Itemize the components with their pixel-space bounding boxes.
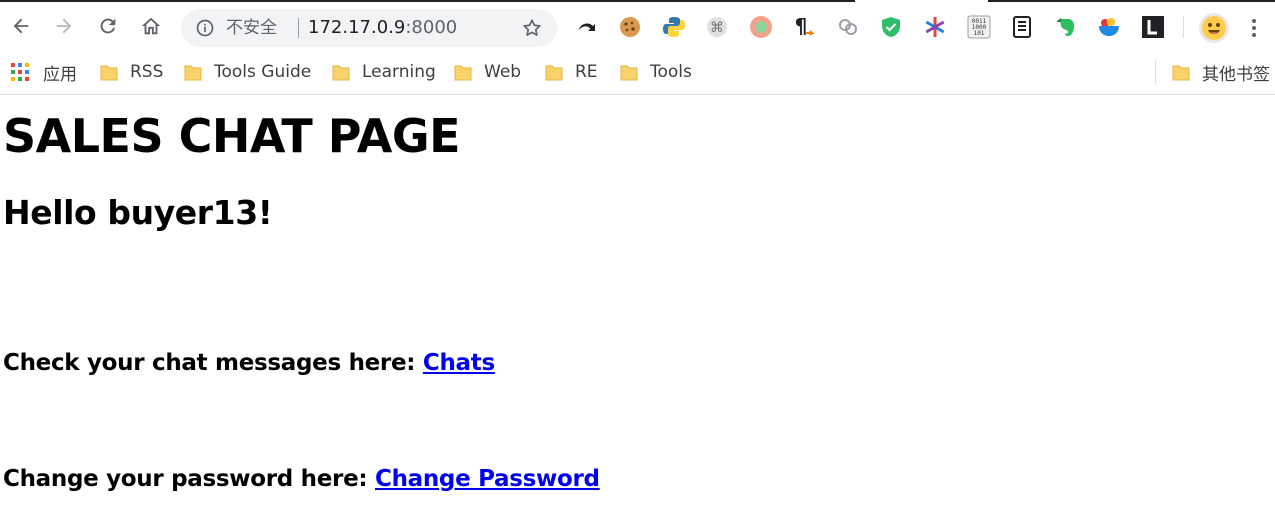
forward-button[interactable]	[51, 13, 77, 39]
bowl-extension-icon[interactable]	[1097, 15, 1121, 39]
bookmark-other-label: 其他书签	[1202, 64, 1270, 85]
url-text[interactable]: 172.17.0.9:8000	[308, 17, 457, 39]
asterisk-color-extension-icon[interactable]	[923, 15, 947, 39]
change-password-link[interactable]: Change Password	[375, 466, 600, 492]
bookmark-folder-web[interactable]: Web	[454, 60, 521, 84]
folder-icon	[454, 65, 472, 80]
home-button[interactable]	[138, 13, 164, 39]
bookmark-folder-re[interactable]: RE	[545, 60, 598, 84]
info-icon[interactable]	[195, 18, 215, 38]
record-extension-icon[interactable]	[749, 15, 773, 39]
address-bar[interactable]: 不安全 172.17.0.9:8000	[181, 9, 557, 47]
bookmark-folder-tools-guide[interactable]: Tools Guide	[184, 60, 311, 84]
chat-messages-line: Check your chat messages here: Chats	[3, 350, 495, 376]
greeting-heading: Hello buyer13!	[3, 193, 273, 232]
bookmark-label: RSS	[130, 62, 164, 82]
binary-extension-icon[interactable]: 0011 1000 101	[967, 15, 991, 39]
cookie-extension-icon[interactable]	[618, 15, 642, 39]
bookmarks-bar: 应用 RSS Tools Guide Learning Web RE Tools…	[0, 52, 1275, 95]
bookmark-label: Tools Guide	[214, 62, 312, 82]
security-label: 不安全	[226, 18, 277, 38]
profile-avatar[interactable]	[1199, 13, 1229, 43]
folder-icon	[545, 65, 563, 80]
apps-grid-icon	[11, 63, 29, 81]
letter-l-extension-icon[interactable]	[1141, 15, 1165, 39]
svg-text:⌘: ⌘	[710, 20, 724, 36]
bookmark-apps-label: 应用	[43, 64, 77, 85]
bookmark-label: RE	[575, 62, 598, 82]
reload-button[interactable]	[95, 13, 121, 39]
bookmark-apps[interactable]: 应用	[11, 60, 77, 85]
back-button[interactable]	[8, 13, 34, 39]
python-extension-icon[interactable]	[662, 15, 686, 39]
smiley-face-icon	[1202, 16, 1226, 40]
shield-check-extension-icon[interactable]	[879, 15, 903, 39]
bookmark-folder-learning[interactable]: Learning	[332, 60, 436, 84]
evernote-extension-icon[interactable]	[1054, 15, 1078, 39]
svg-text:101: 101	[974, 30, 985, 37]
folder-icon	[1172, 65, 1190, 80]
bookmark-other-bookmarks[interactable]: 其他书签	[1172, 60, 1270, 85]
svg-text:¶: ¶	[795, 15, 808, 38]
toolbar-tab-notch	[855, 0, 988, 2]
chat-prompt-text: Check your chat messages here:	[3, 350, 423, 376]
folder-icon	[184, 65, 202, 80]
folder-icon	[620, 65, 638, 80]
folder-icon	[100, 65, 118, 80]
home-icon	[141, 17, 161, 35]
url-host: 172.17.0.9	[308, 17, 406, 38]
browser-toolbar: 不安全 172.17.0.9:8000 ⌘ ¶ 0011 1000 101	[0, 0, 1275, 52]
undo-arrow-extension-icon[interactable]	[575, 15, 599, 39]
toolbar-divider	[1183, 16, 1184, 38]
forward-arrow-icon	[56, 18, 72, 34]
link-chain-extension-icon[interactable]	[836, 15, 860, 39]
chats-link[interactable]: Chats	[423, 350, 495, 376]
bookmark-label: Tools	[650, 62, 692, 82]
bookmark-label: Learning	[362, 62, 436, 82]
page-title: SALES CHAT PAGE	[3, 109, 461, 163]
bookmark-star-icon[interactable]	[521, 17, 543, 39]
reload-icon	[100, 18, 116, 34]
change-password-line: Change your password here: Change Passwo…	[3, 466, 600, 492]
bookmark-folder-tools[interactable]: Tools	[620, 60, 692, 84]
bookmark-label: Web	[484, 62, 522, 82]
command-key-extension-icon[interactable]: ⌘	[705, 15, 729, 39]
omnibox-separator	[298, 18, 299, 38]
pilcrow-extension-icon[interactable]: ¶	[792, 15, 816, 39]
folder-icon	[332, 65, 350, 80]
bookmarks-divider	[1155, 60, 1156, 84]
url-port: :8000	[405, 17, 458, 38]
back-arrow-icon	[13, 18, 29, 34]
document-extension-icon[interactable]	[1010, 15, 1034, 39]
more-menu-icon[interactable]	[1244, 16, 1264, 40]
password-prompt-text: Change your password here:	[3, 466, 375, 492]
bookmark-folder-rss[interactable]: RSS	[100, 60, 163, 84]
